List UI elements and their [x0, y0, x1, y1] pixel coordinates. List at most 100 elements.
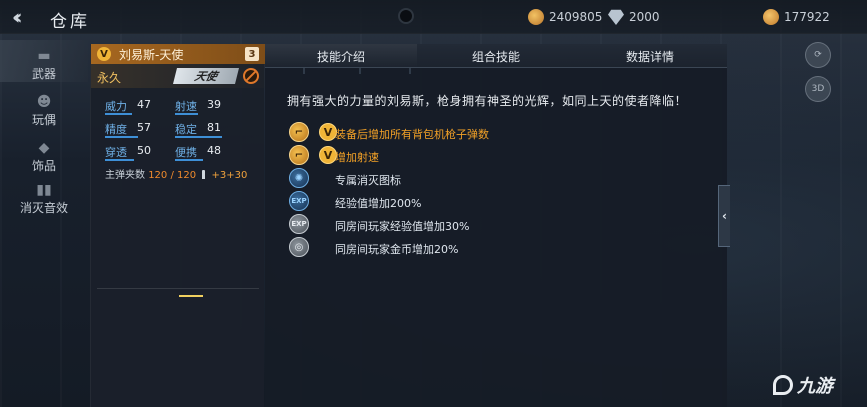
skill-row: ⌐ V — [289, 145, 337, 165]
tab-bar: 技能介绍 组合技能 数据详情 — [265, 44, 727, 68]
stat-bar — [175, 159, 203, 161]
skill-text: 同房间玩家金币增加20% — [335, 243, 459, 256]
watermark-text: 九游 — [797, 376, 833, 397]
doll-icon: ☻ — [36, 94, 52, 110]
ammo-value: 120 / 120 — [148, 170, 197, 181]
stat-value: 50 — [137, 144, 151, 157]
stat-label: 便携 — [175, 146, 197, 159]
detail-panel: 技能介绍 组合技能 数据详情 拥有强大的力量的刘易斯，枪身拥有神圣的光辉，如同上… — [265, 44, 727, 407]
gold-value: 177922 — [784, 10, 830, 24]
nav-item-label: 消灭音效 — [19, 201, 68, 215]
double-chevron-left-icon[interactable]: ‹‹ — [12, 6, 42, 28]
prohibited-icon — [243, 68, 259, 84]
record-icon — [398, 8, 414, 24]
room-exp-icon: EXP — [289, 214, 309, 234]
chevron-left-icon[interactable]: ‹ — [718, 185, 730, 247]
stat-power: 威力 47 — [105, 98, 175, 116]
vip-badge: V — [97, 47, 111, 61]
stat-value: 39 — [207, 98, 221, 111]
weapon-description: 拥有强大的力量的刘易斯，枪身拥有神圣的光辉，如同上天的使者降临！ — [287, 94, 688, 108]
skill-text: 经验值增加200% — [335, 197, 422, 210]
category-nav: ▬ 武器 ☻ 玩偶 ◆ 饰品 ▮▮ 消灭音效 — [0, 40, 88, 230]
tab-data-detail[interactable]: 数据详情 — [575, 44, 725, 68]
nav-item-weapon[interactable]: ▬ 武器 — [0, 40, 88, 82]
speed-gun-icon: ⌐ — [289, 145, 309, 165]
jiuyou-logo-icon — [773, 375, 793, 395]
skill-row: EXP — [289, 191, 309, 211]
skill-text: 增加射速 — [335, 151, 379, 164]
stat-value: 48 — [207, 144, 221, 157]
currency-coin: 2409805 — [528, 8, 602, 26]
stat-label: 稳定 — [175, 123, 197, 136]
kill-icon: ✺ — [289, 168, 309, 188]
nav-item-sound[interactable]: ▮▮ 消灭音效 — [0, 174, 88, 216]
stat-bar — [105, 136, 138, 138]
diamond-icon — [608, 9, 624, 25]
stat-bar — [105, 159, 134, 161]
nav-item-label: 玩偶 — [31, 113, 56, 127]
stat-bar — [175, 113, 198, 115]
page-title: 仓库 — [50, 12, 90, 32]
stat-stability: 稳定 81 — [175, 121, 245, 139]
stat-penetration: 穿透 50 — [105, 144, 175, 162]
ammo-info: 主弹夹数 120 / 120 +3+30 — [105, 166, 247, 181]
watermark: 九游 — [773, 372, 833, 398]
stat-accuracy: 精度 57 — [105, 121, 175, 139]
stat-label: 精度 — [105, 123, 127, 136]
skill-row: ◎ — [289, 237, 309, 257]
tab-marker — [359, 68, 361, 74]
skill-row: EXP — [289, 214, 309, 234]
tab-combo-skill[interactable]: 组合技能 — [421, 44, 571, 68]
ammo-gun-icon: ⌐ — [289, 122, 309, 142]
accessory-icon: ◆ — [38, 140, 50, 156]
coin-icon — [528, 9, 544, 25]
rotate-icon[interactable]: ⟳ — [805, 42, 831, 68]
bullet-icon — [202, 170, 206, 179]
coin-value: 2409805 — [549, 10, 603, 24]
divider — [97, 288, 259, 289]
weapon-name: 刘易斯-天使 — [119, 47, 184, 62]
gun-icon: ▬ — [37, 48, 51, 64]
ammo-label: 主弹夹数 — [105, 170, 145, 181]
currency-gold: 177922 — [763, 8, 830, 26]
skill-text: 专属消灭图标 — [335, 174, 401, 187]
ammo-bonus-2: +30 — [226, 170, 248, 181]
skill-text: 同房间玩家经验值增加30% — [335, 220, 470, 233]
nav-item-doll[interactable]: ☻ 玩偶 — [0, 86, 88, 128]
stat-portability: 便携 48 — [175, 144, 245, 162]
weapon-card: V 刘易斯-天使 3 永久 天使 威力 47 射速 39 精度 57 稳定 81 — [90, 44, 265, 407]
sound-icon: ▮▮ — [36, 182, 52, 198]
page-indicator — [179, 295, 203, 297]
view-3d-button[interactable]: 3D — [805, 76, 831, 102]
stat-fire-rate: 射速 39 — [175, 98, 245, 116]
top-bar: ‹‹ 仓库 2409805 2000 177922 — [0, 0, 867, 34]
nav-item-label: 武器 — [31, 67, 56, 81]
stat-value: 81 — [207, 121, 221, 134]
diamond-value: 2000 — [629, 10, 660, 24]
stat-bar — [175, 136, 222, 138]
stat-bar — [105, 113, 132, 115]
stat-value: 47 — [137, 98, 151, 111]
tab-skill-intro[interactable]: 技能介绍 — [265, 44, 417, 68]
stat-label: 射速 — [175, 100, 197, 113]
tab-marker — [409, 68, 411, 74]
weapon-subheader: 永久 天使 — [91, 64, 265, 88]
weapon-header: V 刘易斯-天使 3 — [91, 44, 265, 64]
weapon-level: 3 — [245, 47, 259, 61]
stat-value: 57 — [137, 121, 151, 134]
skill-row: ✺ — [289, 168, 309, 188]
stat-label: 穿透 — [105, 146, 127, 159]
tab-marker — [303, 68, 305, 74]
skill-row: ⌐ V — [289, 122, 337, 142]
exp-icon: EXP — [289, 191, 309, 211]
currency-diamond: 2000 — [608, 8, 660, 26]
room-gold-icon: ◎ — [289, 237, 309, 257]
nav-item-label: 饰品 — [31, 159, 56, 173]
ammo-bonus-1: +3 — [211, 170, 227, 181]
weapon-duration: 永久 — [97, 71, 122, 85]
angel-tag: 天使 — [173, 68, 239, 84]
skill-text: 装备后增加所有背包机枪子弹数 — [335, 128, 489, 141]
stat-label: 威力 — [105, 100, 127, 113]
gold-icon — [763, 9, 779, 25]
nav-item-accessory[interactable]: ◆ 饰品 — [0, 132, 88, 174]
